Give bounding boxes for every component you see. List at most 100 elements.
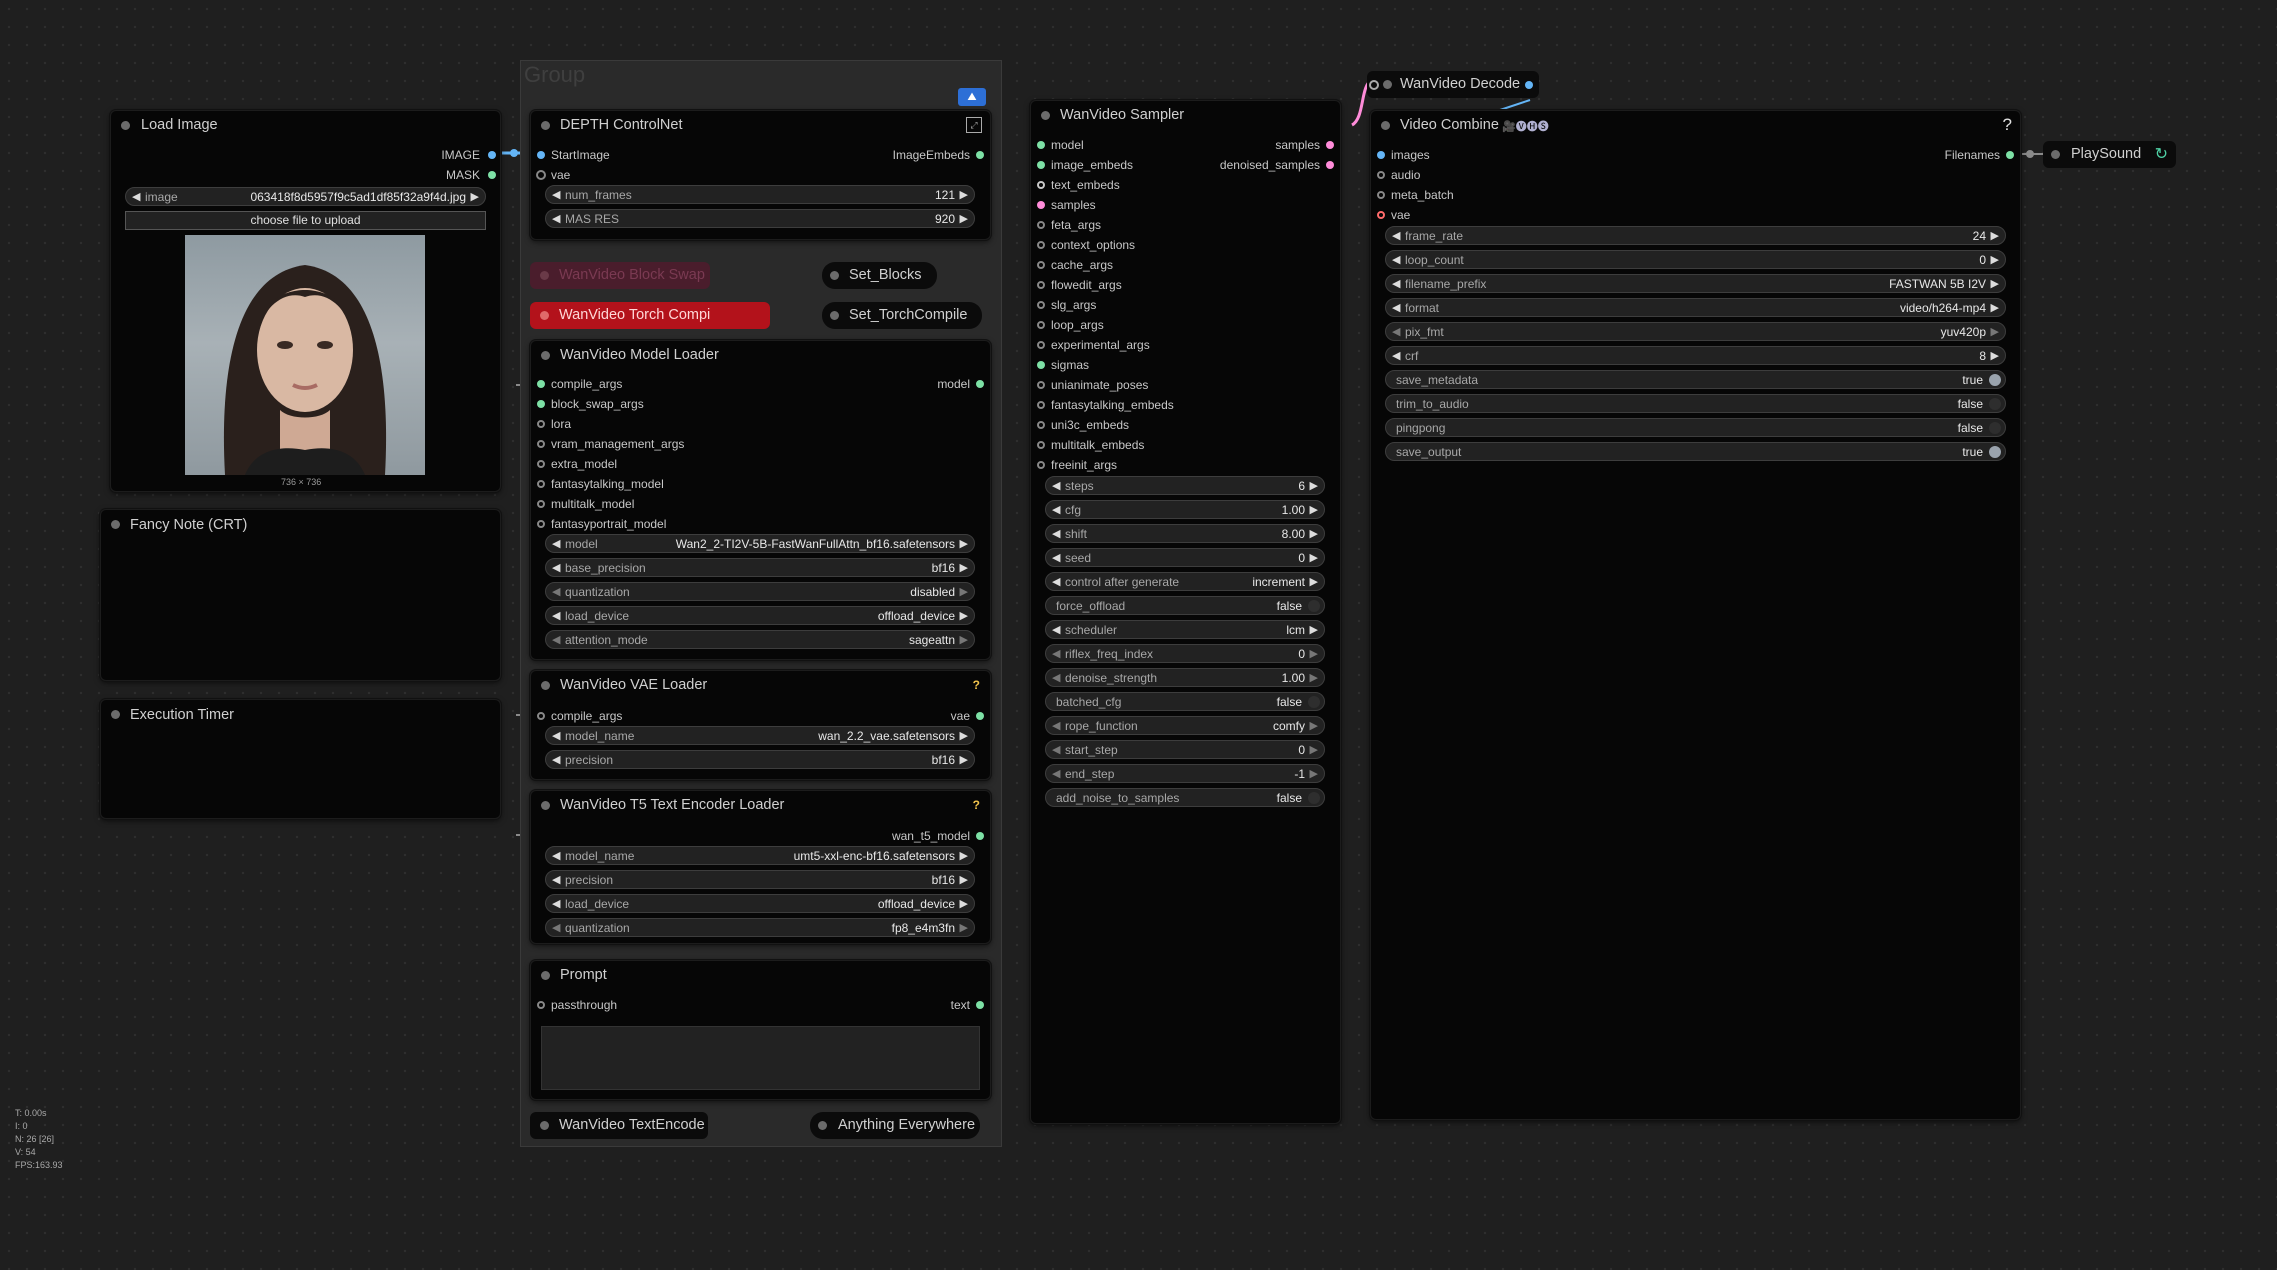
chevron-left-icon[interactable]: ◀: [132, 190, 140, 203]
chevron-left-icon[interactable]: ◀: [1392, 277, 1400, 290]
toggle-knob-icon[interactable]: [1989, 398, 2001, 410]
collapse-dot[interactable]: [540, 271, 549, 280]
depth-controlnet-node[interactable]: DEPTH ControlNet ⤢ StartImage vae ImageE…: [530, 110, 991, 240]
toggle-knob-icon[interactable]: [1989, 446, 2001, 458]
denoise-strength-widget[interactable]: ◀ denoise_strength 1.00 ▶: [1045, 668, 1325, 687]
t5-loader-node[interactable]: WanVideo T5 Text Encoder Loader ? wan_t5…: [530, 790, 991, 944]
chevron-right-icon[interactable]: ▶: [1310, 767, 1318, 780]
input-socket-sigmas[interactable]: [1037, 361, 1045, 369]
trim-to-audio-widget[interactable]: trim_to_audio false: [1385, 394, 2006, 413]
precision-widget[interactable]: ◀ precision bf16 ▶: [545, 750, 975, 769]
chevron-right-icon[interactable]: ▶: [960, 897, 968, 910]
set-blocks-node[interactable]: Set_Blocks: [822, 262, 937, 289]
input-socket-uni3c-embeds[interactable]: [1037, 421, 1045, 429]
input-socket-compile-args[interactable]: [537, 380, 545, 388]
chevron-left-icon[interactable]: ◀: [552, 753, 560, 766]
input-socket-fantasytalking-embeds[interactable]: [1037, 401, 1045, 409]
pix-fmt-widget[interactable]: ◀ pix_fmt yuv420p ▶: [1385, 322, 2006, 341]
chevron-left-icon[interactable]: ◀: [552, 921, 560, 934]
input-socket-vae[interactable]: [1377, 211, 1385, 219]
sampler-node[interactable]: WanVideo Sampler samples denoised_sample…: [1030, 100, 1341, 1124]
control-after-generate-widget[interactable]: ◀ control after generate increment ▶: [1045, 572, 1325, 591]
load-device-widget[interactable]: ◀ load_device offload_device ▶: [545, 894, 975, 913]
upload-button[interactable]: choose file to upload: [125, 211, 486, 230]
input-socket-image-embeds[interactable]: [1037, 161, 1045, 169]
num-frames-widget[interactable]: ◀ num_frames 121 ▶: [545, 185, 975, 204]
input-socket-feta-args[interactable]: [1037, 221, 1045, 229]
output-socket-denoised[interactable]: [1326, 161, 1334, 169]
chevron-left-icon[interactable]: ◀: [1052, 503, 1060, 516]
anything-everywhere-node[interactable]: Anything Everywhere: [810, 1112, 980, 1139]
chevron-left-icon[interactable]: ◀: [1052, 671, 1060, 684]
chevron-right-icon[interactable]: ▶: [960, 729, 968, 742]
chevron-left-icon[interactable]: ◀: [1052, 743, 1060, 756]
chevron-left-icon[interactable]: ◀: [1392, 301, 1400, 314]
prompt-textarea[interactable]: [541, 1026, 980, 1090]
help-icon[interactable]: ?: [973, 798, 980, 812]
input-socket-experimental-args[interactable]: [1037, 341, 1045, 349]
chevron-left-icon[interactable]: ◀: [552, 849, 560, 862]
chevron-right-icon[interactable]: ▶: [1310, 527, 1318, 540]
input-socket-meta-batch[interactable]: [1377, 191, 1385, 199]
input-socket-loop-args[interactable]: [1037, 321, 1045, 329]
model-loader-node[interactable]: WanVideo Model Loader model compile_args…: [530, 340, 991, 660]
collapse-dot[interactable]: [541, 801, 550, 810]
chevron-right-icon[interactable]: ▶: [1991, 253, 1999, 266]
chevron-right-icon[interactable]: ▶: [1991, 325, 1999, 338]
chevron-left-icon[interactable]: ◀: [1052, 479, 1060, 492]
input-socket-compile-args[interactable]: [537, 712, 545, 720]
collapse-dot[interactable]: [1381, 121, 1390, 130]
chevron-right-icon[interactable]: ▶: [960, 585, 968, 598]
prompt-node[interactable]: Prompt passthrough text: [530, 960, 991, 1100]
crf-widget[interactable]: ◀ crf 8 ▶: [1385, 346, 2006, 365]
chevron-left-icon[interactable]: ◀: [552, 537, 560, 550]
chevron-right-icon[interactable]: ▶: [960, 873, 968, 886]
input-socket-multitalk-model[interactable]: [537, 500, 545, 508]
chevron-right-icon[interactable]: ▶: [960, 188, 968, 201]
output-socket-image[interactable]: [488, 151, 496, 159]
chevron-right-icon[interactable]: ▶: [960, 921, 968, 934]
chevron-right-icon[interactable]: ▶: [960, 212, 968, 225]
chevron-left-icon[interactable]: ◀: [552, 212, 560, 225]
chevron-right-icon[interactable]: ▶: [1310, 575, 1318, 588]
execution-timer-node[interactable]: Execution Timer: [100, 699, 501, 819]
chevron-left-icon[interactable]: ◀: [552, 188, 560, 201]
chevron-left-icon[interactable]: ◀: [1392, 229, 1400, 242]
chevron-left-icon[interactable]: ◀: [1392, 349, 1400, 362]
input-socket-passthrough[interactable]: [537, 1001, 545, 1009]
collapse-dot[interactable]: [540, 311, 549, 320]
chevron-left-icon[interactable]: ◀: [552, 609, 560, 622]
input-socket-slg-args[interactable]: [1037, 301, 1045, 309]
shift-widget[interactable]: ◀ shift 8.00 ▶: [1045, 524, 1325, 543]
output-socket-model[interactable]: [976, 380, 984, 388]
frame-rate-widget[interactable]: ◀ frame_rate 24 ▶: [1385, 226, 2006, 245]
decode-node[interactable]: WanVideo Decode: [1367, 71, 1539, 98]
input-socket-text-embeds[interactable]: [1037, 181, 1045, 189]
chevron-left-icon[interactable]: ◀: [1052, 551, 1060, 564]
chevron-left-icon[interactable]: ◀: [1052, 527, 1060, 540]
output-socket-imageembeds[interactable]: [976, 151, 984, 159]
save-metadata-widget[interactable]: save_metadata true: [1385, 370, 2006, 389]
model-widget[interactable]: ◀ model Wan2_2-TI2V-5B-FastWanFullAttn_bf1…: [545, 534, 975, 553]
playsound-node[interactable]: PlaySound ↻: [2043, 141, 2176, 168]
loop-count-widget[interactable]: ◀ loop_count 0 ▶: [1385, 250, 2006, 269]
quantization-widget[interactable]: ◀ quantization fp8_e4m3fn ▶: [545, 918, 975, 937]
batched-cfg-widget[interactable]: batched_cfg false: [1045, 692, 1325, 711]
cfg-widget[interactable]: ◀ cfg 1.00 ▶: [1045, 500, 1325, 519]
output-socket-vae[interactable]: [976, 712, 984, 720]
save-output-widget[interactable]: save_output true: [1385, 442, 2006, 461]
expand-icon[interactable]: ⤢: [966, 117, 982, 133]
collapse-dot[interactable]: [818, 1121, 827, 1130]
input-socket-startimage[interactable]: [537, 151, 545, 159]
format-widget[interactable]: ◀ format video/h264-mp4 ▶: [1385, 298, 2006, 317]
chevron-right-icon[interactable]: ▶: [1310, 503, 1318, 516]
chevron-right-icon[interactable]: ▶: [960, 849, 968, 862]
output-socket-filenames[interactable]: [2006, 151, 2014, 159]
chevron-right-icon[interactable]: ▶: [960, 561, 968, 574]
rope-function-widget[interactable]: ◀ rope_function comfy ▶: [1045, 716, 1325, 735]
chevron-right-icon[interactable]: ▶: [1310, 671, 1318, 684]
vae-loader-node[interactable]: WanVideo VAE Loader ? compile_args vae ◀…: [530, 670, 991, 780]
collapse-dot[interactable]: [1041, 111, 1050, 120]
seed-widget[interactable]: ◀ seed 0 ▶: [1045, 548, 1325, 567]
collapse-dot[interactable]: [541, 351, 550, 360]
